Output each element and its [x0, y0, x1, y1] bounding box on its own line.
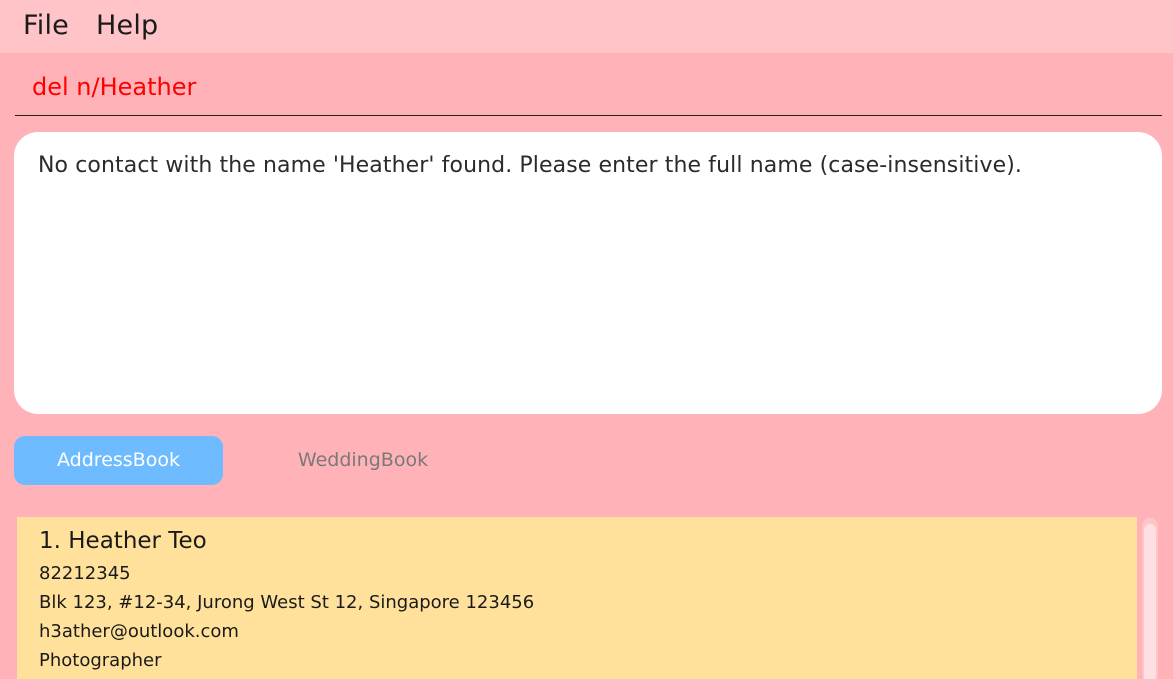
menu-help[interactable]: Help	[96, 10, 158, 41]
person-phone: 82212345	[39, 563, 131, 584]
app-window: File Help No contact with the name 'Heat…	[0, 0, 1173, 679]
person-card[interactable]: 1. Heather Teo 82212345 Blk 123, #12-34,…	[17, 517, 1137, 679]
menu-bar: File Help	[0, 0, 1173, 53]
scrollbar-thumb[interactable]	[1144, 524, 1156, 679]
person-job: Photographer	[39, 650, 162, 671]
person-email: h3ather@outlook.com	[39, 621, 239, 642]
person-address: Blk 123, #12-34, Jurong West St 12, Sing…	[39, 592, 535, 613]
tab-weddingbook[interactable]: WeddingBook	[257, 436, 469, 485]
menu-file[interactable]: File	[23, 10, 69, 41]
list-scrollbar[interactable]	[1142, 518, 1158, 679]
command-box	[15, 62, 1162, 116]
command-input[interactable]	[32, 73, 1132, 101]
result-display[interactable]: No contact with the name 'Heather' found…	[14, 132, 1162, 414]
result-message: No contact with the name 'Heather' found…	[38, 153, 1023, 178]
person-name: 1. Heather Teo	[39, 528, 207, 554]
person-list[interactable]: 1. Heather Teo 82212345 Blk 123, #12-34,…	[15, 516, 1161, 679]
tab-addressbook[interactable]: AddressBook	[14, 436, 223, 485]
